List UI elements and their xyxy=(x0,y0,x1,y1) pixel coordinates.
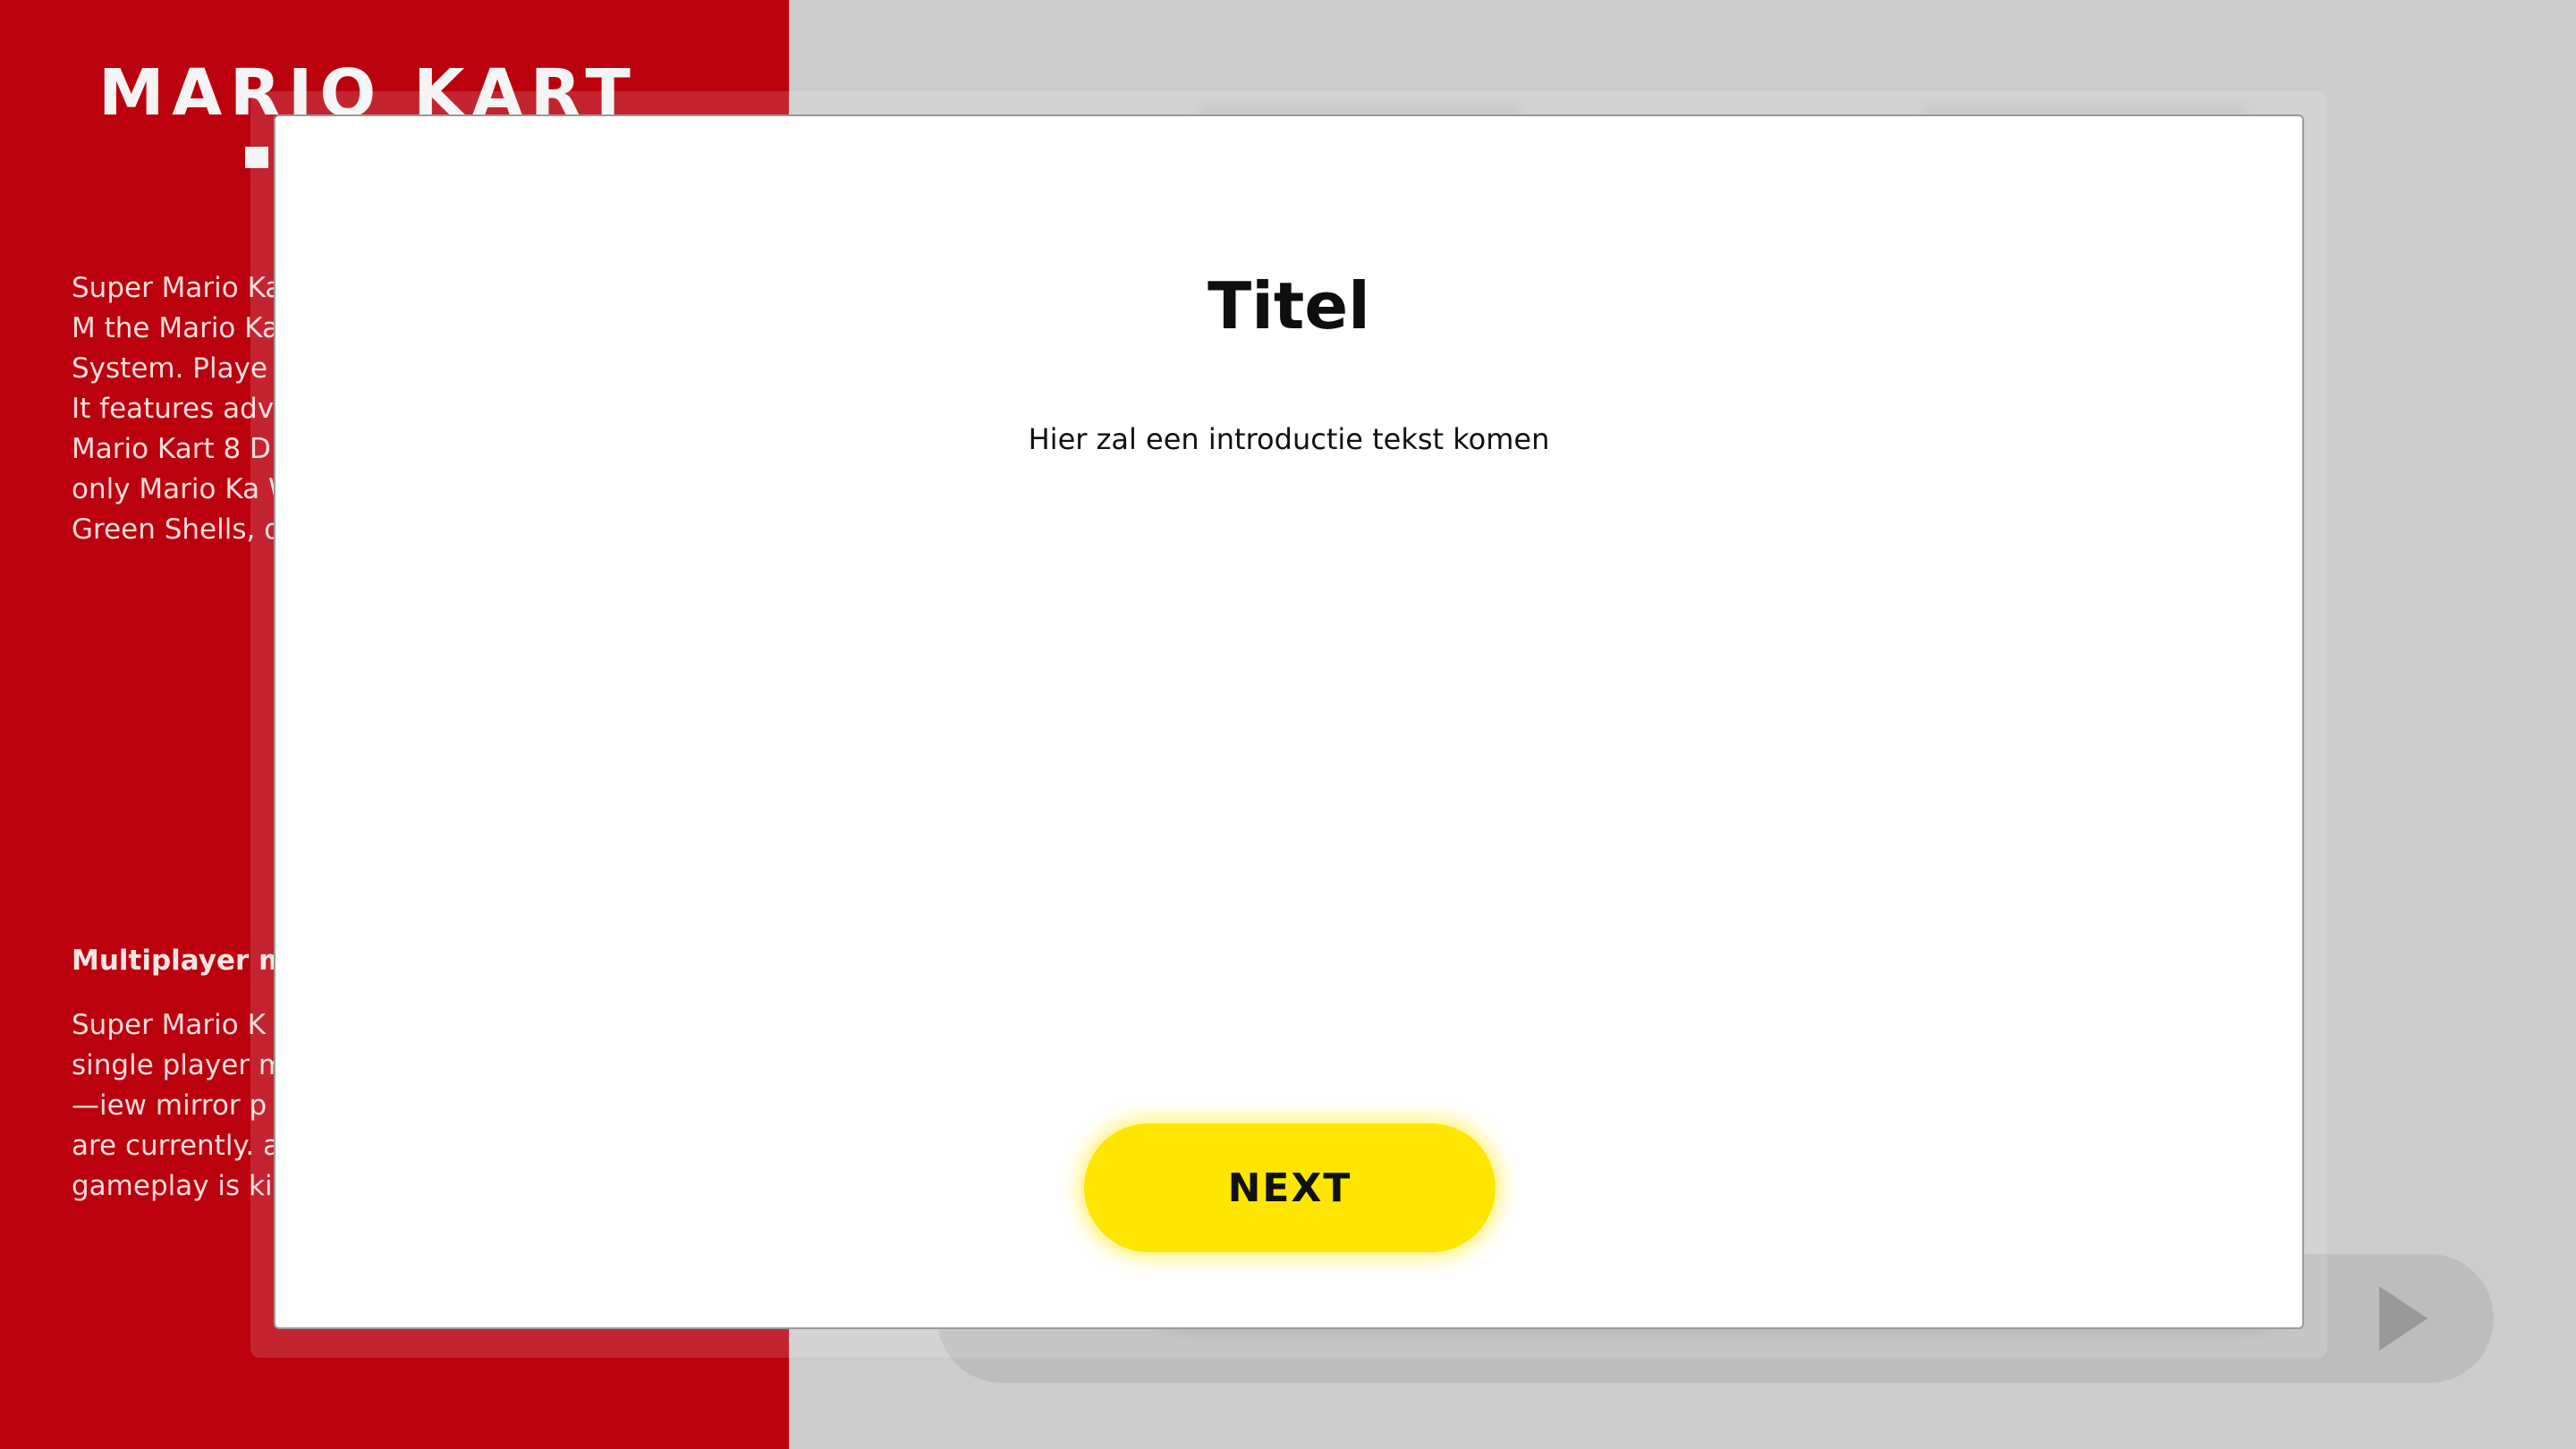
modal-title: Titel xyxy=(1208,268,1370,343)
modal-intro-text: Hier zal een introductie tekst komen xyxy=(1028,422,1550,456)
next-button[interactable]: NEXT xyxy=(1084,1123,1496,1252)
intro-modal: Titel Hier zal een introductie tekst kom… xyxy=(274,114,2304,1329)
play-icon[interactable] xyxy=(2379,1286,2428,1351)
